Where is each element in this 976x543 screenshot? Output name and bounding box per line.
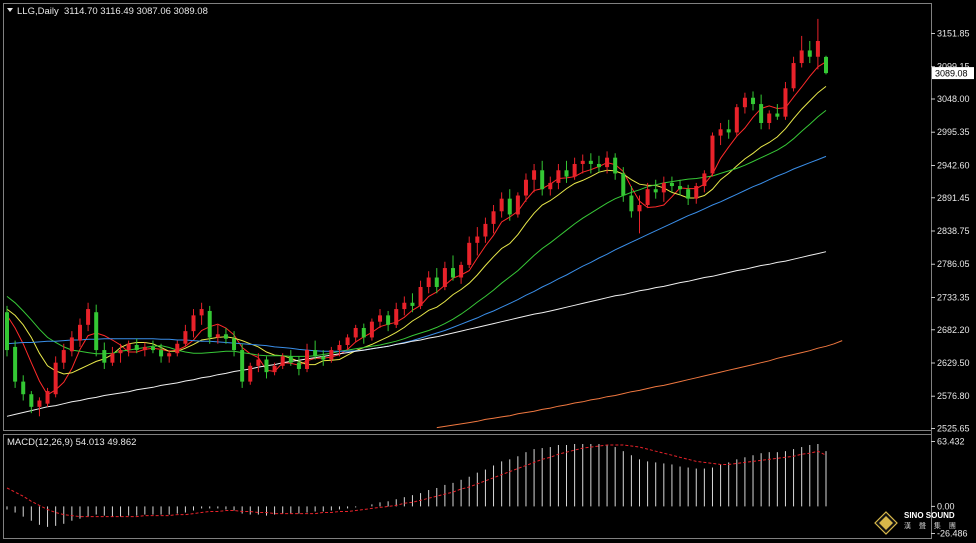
price-tick-label: 2995.35 [937,127,970,137]
price-tick-label: 2838.75 [937,226,970,236]
candle [240,343,245,388]
macd-label: MACD(12,26,9) 54.013 49.862 [7,437,136,448]
price-tick-label: 2891.45 [937,193,970,203]
macd-tick-label: 0.00 [937,501,955,511]
price-tick-label: 2733.35 [937,292,970,302]
ohlc-values: 3114.70 3116.49 3087.06 3089.08 [64,6,208,17]
brand-subtitle: 漢 聲 集 團 [904,523,959,530]
price-tick-label: 2629.50 [937,358,970,368]
candle [824,55,828,75]
candle [248,362,253,385]
brand-name: SINO SOUND [904,511,955,520]
price-tick-label: 3048.00 [937,94,970,104]
price-tick-label: 2576.80 [937,391,970,401]
candle [710,132,715,177]
price-tick-label: 3151.85 [937,29,970,39]
candle [5,305,9,357]
current-price-label: 3089.08 [935,69,968,79]
candle [734,104,739,136]
chart-canvas: 3151.853099.153048.002995.352942.602891.… [0,0,976,543]
price-tick-label: 2786.05 [937,259,970,269]
chart-background [0,0,976,543]
price-tick-label: 2682.20 [937,325,970,335]
symbol-label: LLG,Daily [17,6,59,17]
candle [13,340,18,388]
price-tick-label: 2525.65 [937,424,970,434]
candle [369,318,374,341]
macd-tick-label: 63.432 [937,437,965,447]
candle [515,192,520,218]
price-tick-label: 2942.60 [937,160,970,170]
candle [94,304,99,357]
